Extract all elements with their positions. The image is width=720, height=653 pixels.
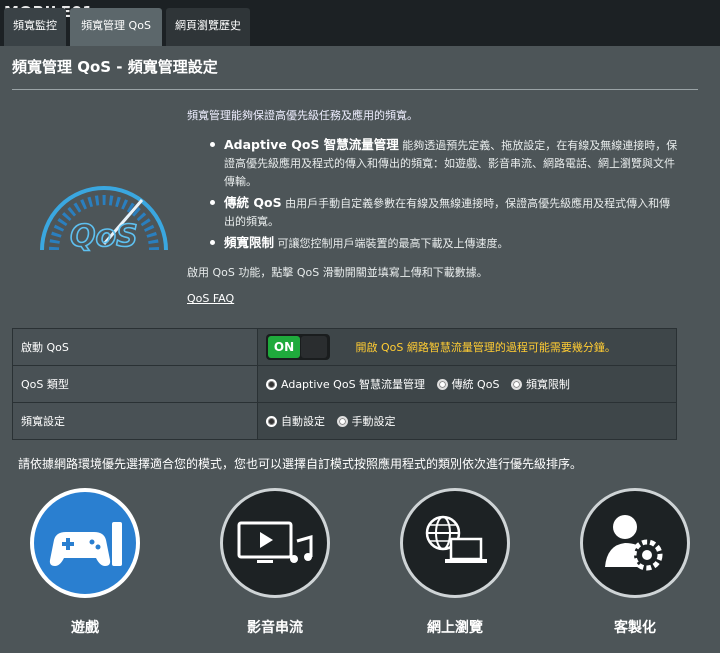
mode-gaming-button[interactable] xyxy=(30,488,140,598)
radio-auto-setting[interactable] xyxy=(266,415,277,427)
toggle-knob xyxy=(301,336,327,358)
toggle-on-label: ON xyxy=(268,336,300,358)
row-qos-type: QoS 類型 Adaptive QoS 智慧流量管理 傳統 QoS 頻寬限制 xyxy=(12,365,677,403)
gamepad-icon xyxy=(49,522,122,566)
radio-manual-setting[interactable] xyxy=(336,415,348,427)
feature-adaptive-qos: Adaptive QoS 智慧流量管理 能夠透過預先定義、拖放設定，在有線及無線… xyxy=(208,136,678,191)
option-traditional-qos: 傳統 QoS xyxy=(451,378,500,391)
option-adaptive-qos: Adaptive QoS 智慧流量管理 xyxy=(281,378,426,391)
mode-media-streaming-button[interactable] xyxy=(220,488,330,598)
mode-instructions: 請依據網路環境優先選擇適合您的模式，您也可以選擇自訂模式按照應用程式的類別依次進… xyxy=(18,457,583,471)
mode-media-streaming-label: 影音串流 xyxy=(247,620,303,636)
mode-customize-button[interactable] xyxy=(580,488,690,598)
enable-qos-label: 啟動 QoS xyxy=(12,328,258,366)
media-streaming-icon xyxy=(237,521,313,563)
tab-web-history[interactable]: 網頁瀏覽歷史 xyxy=(166,8,250,46)
logo-text: QoS xyxy=(70,219,138,254)
option-bandwidth-limit: 頻寬限制 xyxy=(525,378,570,391)
mode-customize-label: 客製化 xyxy=(614,620,656,636)
option-manual-setting: 手動設定 xyxy=(351,415,396,428)
feature-traditional-qos: 傳統 QoS 由用戶手動自定義參數在有線及無線連接時，保證高優先級應用及程式傳入… xyxy=(208,194,678,231)
qos-hint: 開啟 QoS 網路智慧流量管理的過程可能需要幾分鐘。 xyxy=(355,341,616,354)
qos-type-label: QoS 類型 xyxy=(12,365,258,403)
web-browsing-icon xyxy=(425,515,487,563)
qos-faq-link[interactable]: QoS FAQ xyxy=(187,292,234,305)
customize-icon xyxy=(605,515,663,571)
row-enable-qos: 啟動 QoS ON 開啟 QoS 網路智慧流量管理的過程可能需要幾分鐘。 xyxy=(12,328,677,366)
intro-text: 頻寬管理能夠保證高優先級任務及應用的頻寬。 xyxy=(187,109,418,122)
mode-web-browsing-label: 網上瀏覽 xyxy=(427,620,483,636)
feature-bandwidth-limit: 頻寬限制 可讓您控制用戶端裝置的最高下載及上傳速度。 xyxy=(208,234,678,253)
feature-list: Adaptive QoS 智慧流量管理 能夠透過預先定義、拖放設定，在有線及無線… xyxy=(208,136,678,256)
tab-qos[interactable]: 頻寬管理 QoS xyxy=(70,8,162,46)
radio-bandwidth-limit[interactable] xyxy=(510,378,522,390)
mode-gaming-label: 遊戲 xyxy=(71,620,99,636)
qos-toggle[interactable]: ON xyxy=(266,334,330,360)
radio-traditional-qos[interactable] xyxy=(436,378,448,390)
qos-settings-table: 啟動 QoS ON 開啟 QoS 網路智慧流量管理的過程可能需要幾分鐘。 QoS… xyxy=(12,328,677,440)
mode-web-browsing-button[interactable] xyxy=(400,488,510,598)
tab-bandwidth-monitor[interactable]: 頻寬監控 xyxy=(4,8,66,46)
qos-speedometer-logo: QoS xyxy=(40,186,168,254)
title-divider xyxy=(12,89,698,90)
enable-instructions: 啟用 QoS 功能，點擊 QoS 滑動開關並填寫上傳和下載數據。 xyxy=(187,266,488,279)
row-bandwidth-setting: 頻寬設定 自動設定 手動設定 xyxy=(12,402,677,440)
page-title: 頻寬管理 QoS - 頻寬管理設定 xyxy=(12,58,218,76)
radio-adaptive-qos[interactable] xyxy=(266,378,277,390)
option-auto-setting: 自動設定 xyxy=(281,415,325,428)
bandwidth-setting-label: 頻寬設定 xyxy=(12,402,258,440)
